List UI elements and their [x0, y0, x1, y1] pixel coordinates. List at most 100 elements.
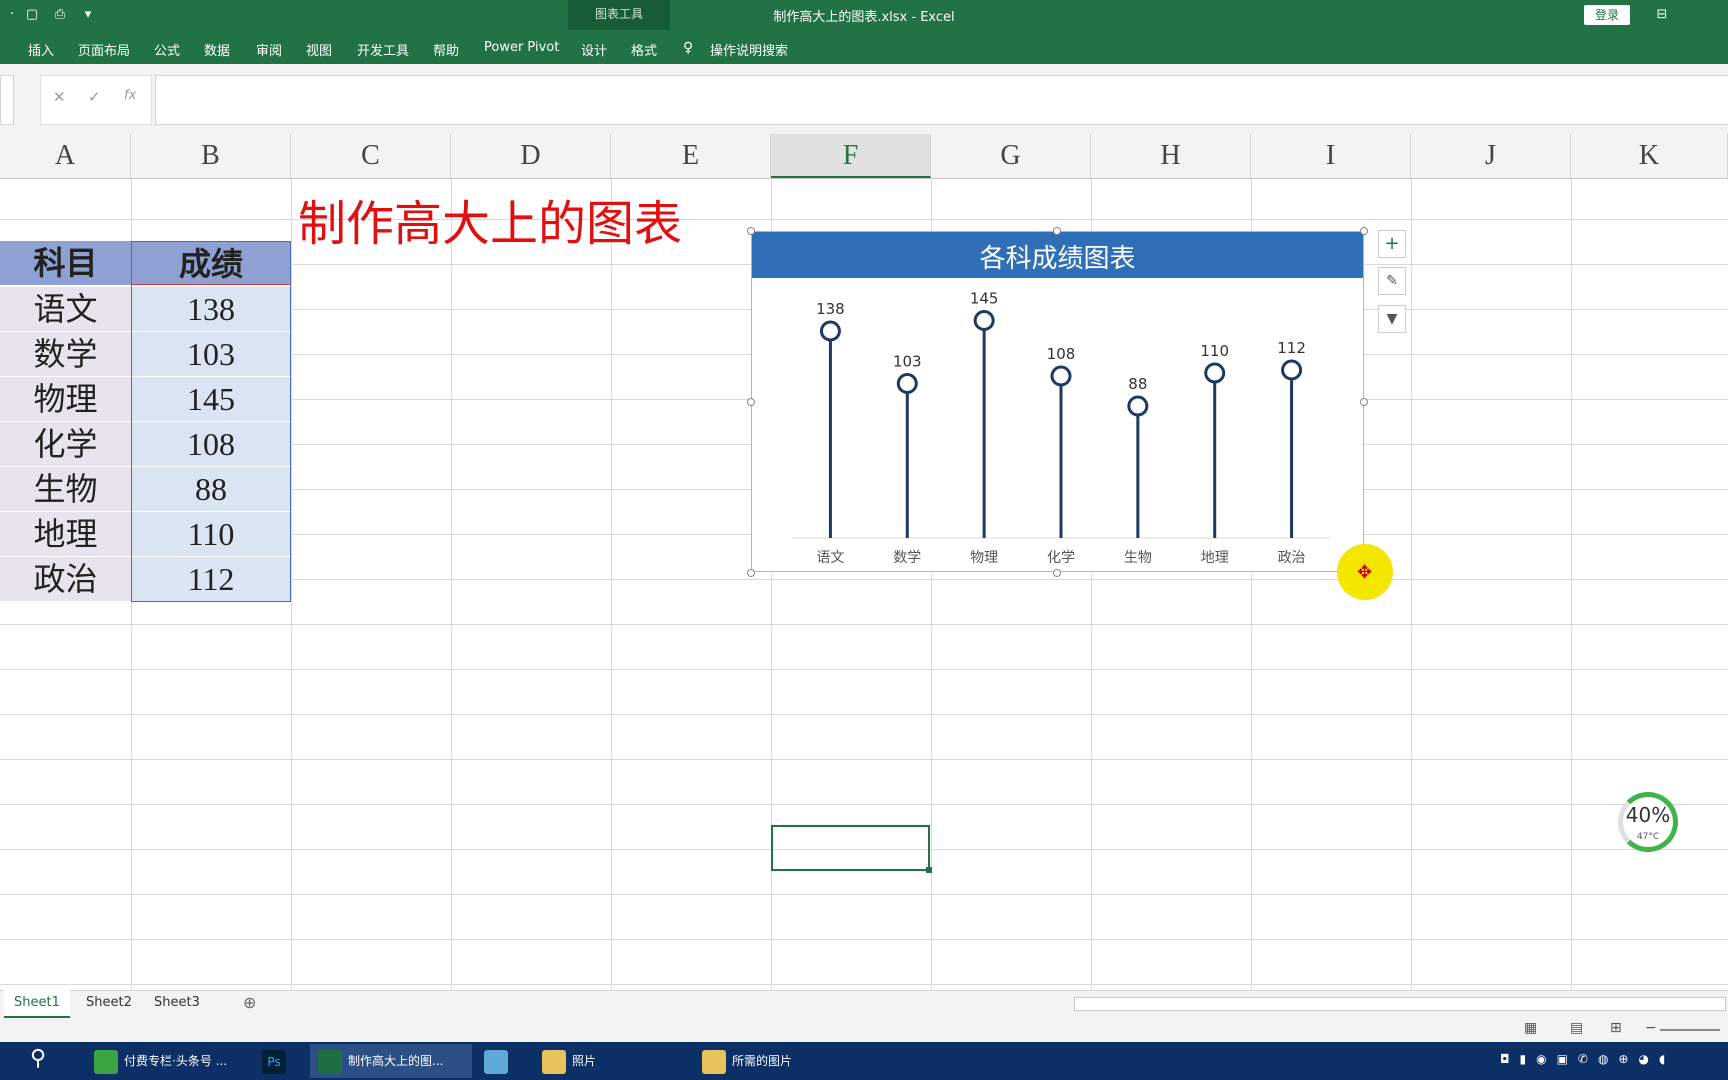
chart-title[interactable]: 各科成绩图表 [752, 238, 1363, 275]
category-label[interactable]: 语文 [816, 550, 844, 566]
taskbar-item-app[interactable] [484, 1044, 524, 1078]
sheet-title-text[interactable]: 制作高大上的图表 [298, 184, 682, 254]
horizontal-scrollbar[interactable] [1074, 997, 1726, 1011]
tab-formulas[interactable]: 公式 [154, 40, 180, 59]
normal-view-icon[interactable]: ▦ [1524, 1020, 1537, 1036]
enter-icon[interactable]: ✓ [88, 88, 101, 106]
table-cell-subject[interactable]: 物理 [0, 377, 131, 421]
data-label[interactable]: 88 [1128, 375, 1147, 393]
system-tray[interactable]: ◘▮◉▣✆◍⊕◕◖ [1500, 1052, 1675, 1066]
column-header-g[interactable]: G [931, 134, 1091, 178]
category-label[interactable]: 地理 [1201, 550, 1229, 566]
page-break-view-icon[interactable]: ⊞ [1610, 1020, 1622, 1036]
table-cell-score[interactable]: 108 [131, 422, 291, 466]
column-header-c[interactable]: C [291, 134, 451, 178]
column-header-a[interactable]: A [0, 134, 131, 178]
tab-insert[interactable]: 插入 [28, 40, 54, 59]
zoom-slider[interactable] [1660, 1029, 1720, 1031]
lollipop-marker[interactable] [1050, 365, 1072, 387]
table-cell-score[interactable]: 112 [131, 557, 291, 601]
column-header-i[interactable]: I [1251, 134, 1411, 178]
zoom-out-icon[interactable]: − [1645, 1020, 1657, 1036]
table-header-subject[interactable]: 科目 [0, 241, 131, 285]
taskbar-item-excel[interactable]: 制作高大上的图... [310, 1044, 472, 1078]
category-label[interactable]: 政治 [1278, 550, 1306, 566]
table-cell-subject[interactable]: 数学 [0, 332, 131, 376]
column-header-e[interactable]: E [611, 134, 771, 178]
resize-handle[interactable] [747, 569, 755, 577]
chart-styles-button[interactable]: ✎ [1378, 267, 1406, 295]
column-header-f[interactable]: F [771, 134, 931, 178]
table-cell-score[interactable]: 110 [131, 512, 291, 556]
chart-filters-button[interactable]: ▼ [1378, 305, 1406, 333]
tab-format[interactable]: 格式 [631, 40, 657, 59]
table-cell-score[interactable]: 88 [131, 467, 291, 511]
table-cell-score[interactable]: 145 [131, 377, 291, 421]
table-header-score[interactable]: 成绩 [131, 241, 291, 285]
category-label[interactable]: 数学 [893, 550, 921, 566]
table-cell-score[interactable]: 138 [131, 287, 291, 331]
resize-handle[interactable] [1360, 227, 1368, 235]
data-label[interactable]: 110 [1200, 342, 1229, 360]
data-label[interactable]: 112 [1277, 339, 1306, 357]
taskbar-item-photoshop[interactable]: Ps [254, 1044, 294, 1078]
tell-me-search[interactable]: 操作说明搜索 [710, 40, 788, 59]
tab-page-layout[interactable]: 页面布局 [78, 40, 130, 59]
cancel-icon[interactable]: ✕ [53, 88, 66, 106]
sheet-tab-2[interactable]: Sheet2 [76, 990, 142, 1016]
login-button[interactable]: 登录 [1584, 5, 1630, 25]
column-header-b[interactable]: B [131, 134, 291, 178]
data-label[interactable]: 145 [970, 290, 999, 308]
lollipop-marker[interactable] [1281, 359, 1303, 381]
lollipop-marker[interactable] [819, 320, 841, 342]
lollipop-marker[interactable] [1204, 362, 1226, 384]
table-cell-subject[interactable]: 生物 [0, 467, 131, 511]
sheet-tab-1[interactable]: Sheet1 [4, 990, 70, 1018]
tab-view[interactable]: 视图 [306, 40, 332, 59]
taskbar-item-browser[interactable]: 付费专栏·头条号 ... [86, 1044, 246, 1078]
resize-handle[interactable] [1360, 398, 1368, 406]
resize-handle[interactable] [1053, 569, 1061, 577]
lollipop-marker[interactable] [1127, 395, 1149, 417]
data-label[interactable]: 138 [816, 300, 845, 318]
column-header-h[interactable]: H [1091, 134, 1251, 178]
resize-handle[interactable] [747, 398, 755, 406]
category-label[interactable]: 物理 [970, 550, 998, 566]
tab-data[interactable]: 数据 [204, 40, 230, 59]
data-label[interactable]: 108 [1047, 345, 1076, 363]
formula-input[interactable] [155, 75, 1728, 125]
chart-plot[interactable]: 138 语文 103 数学 145 物理 108 化学 88 生物 110 地理 112 政治 [752, 278, 1363, 571]
chart-elements-button[interactable]: + [1378, 230, 1406, 258]
table-cell-score[interactable]: 103 [131, 332, 291, 376]
category-label[interactable]: 化学 [1047, 550, 1075, 566]
resize-handle[interactable] [1053, 227, 1061, 235]
table-cell-subject[interactable]: 政治 [0, 557, 131, 601]
name-box[interactable] [0, 75, 14, 125]
column-header-j[interactable]: J [1411, 134, 1571, 178]
category-label[interactable]: 生物 [1124, 550, 1152, 566]
tab-design[interactable]: 设计 [581, 40, 607, 59]
column-header-d[interactable]: D [451, 134, 611, 178]
fill-handle[interactable] [926, 867, 932, 873]
table-cell-subject[interactable]: 地理 [0, 512, 131, 556]
page-layout-view-icon[interactable]: ▤ [1570, 1020, 1583, 1036]
lollipop-marker[interactable] [973, 310, 995, 331]
active-cell-selector[interactable] [771, 825, 930, 871]
table-cell-subject[interactable]: 语文 [0, 287, 131, 331]
resize-handle[interactable] [747, 227, 755, 235]
column-header-k[interactable]: K [1571, 134, 1728, 178]
tab-developer[interactable]: 开发工具 [357, 40, 409, 59]
sheet-tab-3[interactable]: Sheet3 [144, 990, 210, 1016]
add-sheet-icon[interactable]: ⊕ [243, 990, 256, 1016]
taskbar-item-images-folder[interactable]: 所需的图片 [702, 1044, 842, 1078]
ribbon-display-icon[interactable]: ⊟ [1654, 7, 1670, 23]
search-icon[interactable]: ⚲ [30, 1046, 46, 1071]
tab-power-pivot[interactable]: Power Pivot [484, 40, 559, 55]
table-cell-subject[interactable]: 化学 [0, 422, 131, 466]
taskbar-item-photos-folder[interactable]: 照片 [542, 1044, 682, 1078]
tab-help[interactable]: 帮助 [433, 40, 459, 59]
lollipop-marker[interactable] [896, 373, 918, 394]
tab-review[interactable]: 审阅 [256, 40, 282, 59]
insert-function-icon[interactable]: fx [124, 88, 136, 103]
data-label[interactable]: 103 [893, 353, 922, 371]
